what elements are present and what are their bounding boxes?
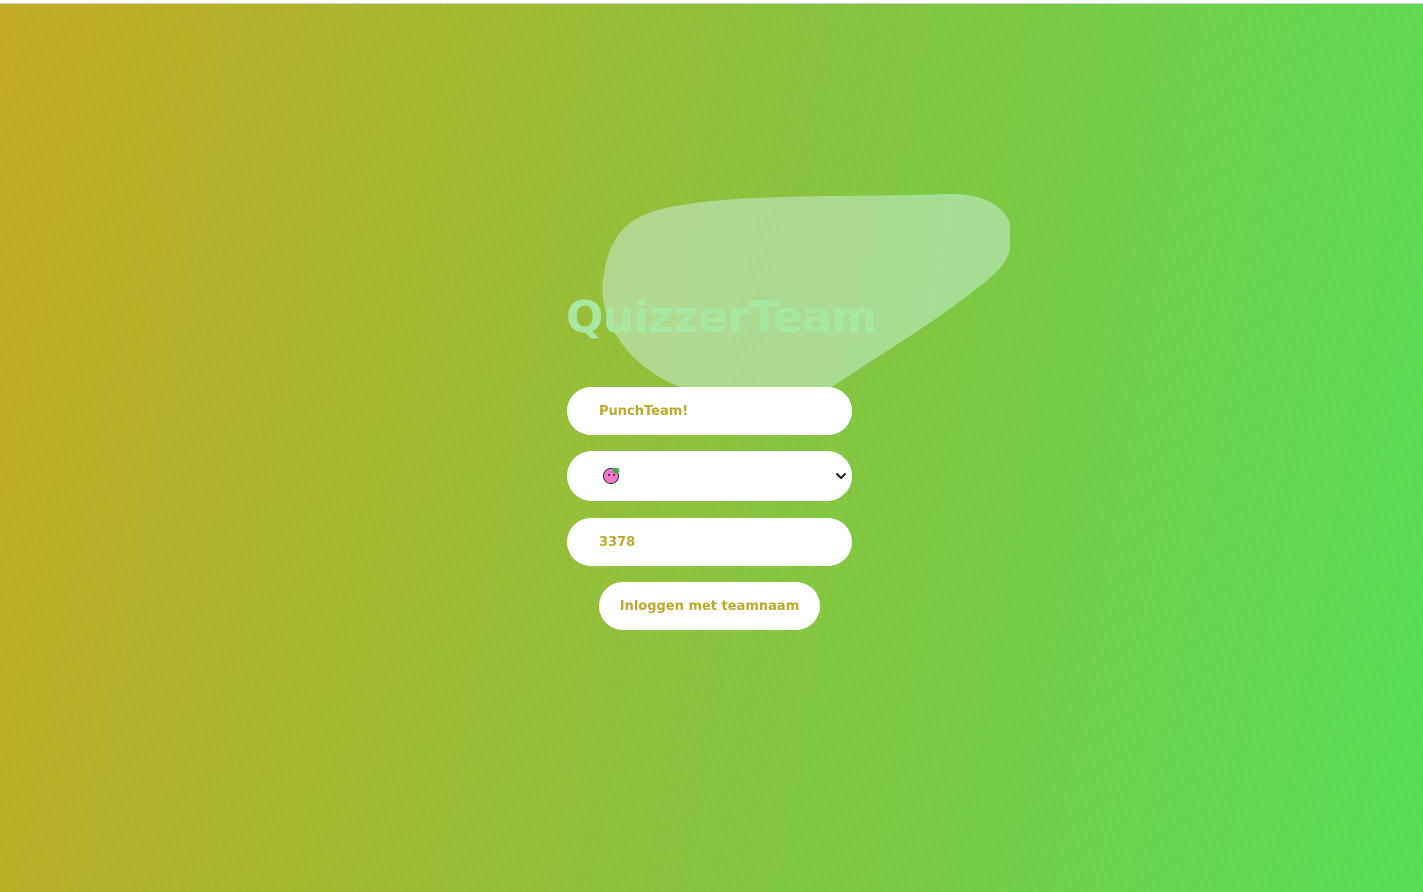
team-code-input[interactable]: 3378	[567, 518, 852, 566]
avatar-select[interactable]	[567, 451, 852, 501]
chevron-down-icon	[836, 473, 846, 479]
login-page: QuizzerTeam PunchTeam! 3378 Inloggen met…	[0, 4, 1423, 892]
login-button-label: Inloggen met teamnaam	[619, 598, 800, 614]
app-logo-title: QuizzerTeam	[566, 292, 877, 343]
team-code-value: 3378	[599, 534, 636, 550]
team-name-input[interactable]: PunchTeam!	[567, 387, 852, 435]
avatar-leaf-accent	[613, 468, 619, 473]
team-name-value: PunchTeam!	[599, 403, 689, 419]
login-with-teamname-button[interactable]: Inloggen met teamnaam	[599, 582, 820, 630]
